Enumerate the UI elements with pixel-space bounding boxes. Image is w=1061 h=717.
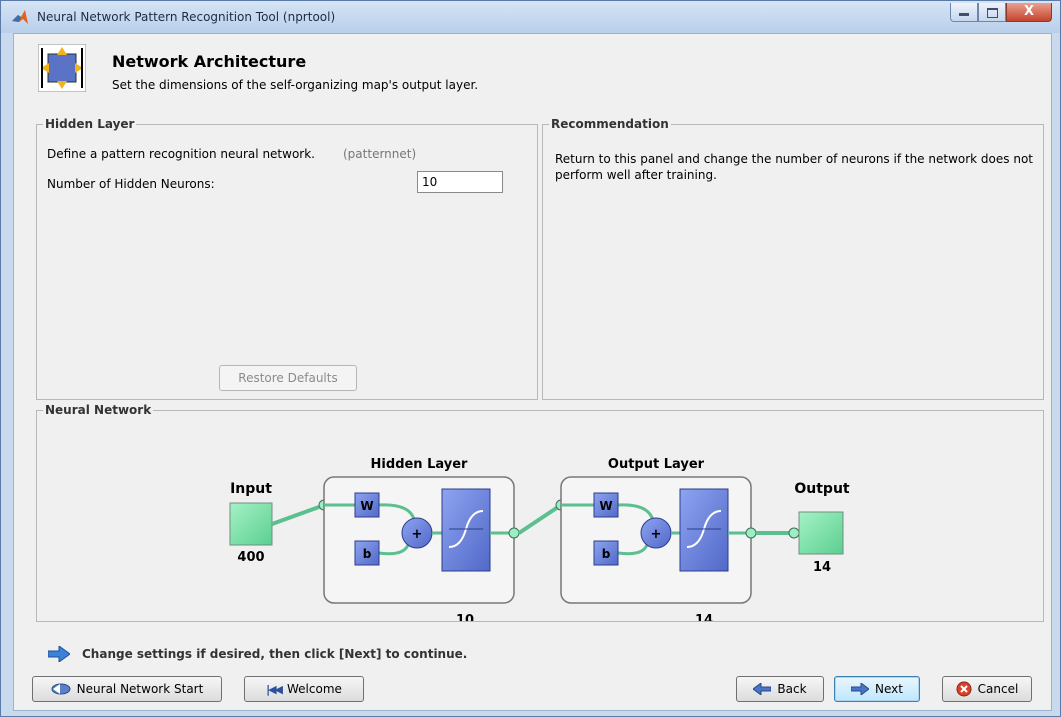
output-weight-label: W <box>599 499 612 513</box>
instruction-text: Change settings if desired, then click [… <box>82 647 468 661</box>
hidden-layer-title: Hidden Layer <box>371 457 468 472</box>
next-label: Next <box>875 682 903 696</box>
input-size: 400 <box>237 550 264 565</box>
rewind-icon: |◀◀ <box>266 682 283 696</box>
maximize-icon <box>987 8 998 18</box>
welcome-button[interactable]: |◀◀ Welcome <box>244 676 364 702</box>
minimize-icon <box>959 13 969 16</box>
output-size: 14 <box>813 560 831 575</box>
hidden-neurons-label: Number of Hidden Neurons: <box>47 177 215 191</box>
hidden-layer-legend: Hidden Layer <box>43 117 137 131</box>
welcome-label: Welcome <box>287 682 342 696</box>
network-diagram: Input 400 Hidden Layer W b + 10 Output L… <box>229 457 850 621</box>
define-network-text: Define a pattern recognition neural netw… <box>47 147 315 161</box>
output-label: Output <box>794 481 850 497</box>
output-layer-size: 14 <box>695 613 713 621</box>
input-node <box>229 502 273 546</box>
back-to-start-icon <box>51 683 71 695</box>
hidden-output-connector <box>508 527 520 539</box>
arrow-right-icon <box>48 646 70 662</box>
wizard-client-area: Network Architecture Set the dimensions … <box>13 33 1052 711</box>
page-header: Network Architecture Set the dimensions … <box>14 34 1051 98</box>
page-subtitle: Set the dimensions of the self-organizin… <box>112 78 479 92</box>
hidden-layer-panel: Hidden Layer Define a pattern recognitio… <box>36 117 538 400</box>
instruction-message: Change settings if desired, then click [… <box>48 646 467 662</box>
window-title: Neural Network Pattern Recognition Tool … <box>37 10 336 24</box>
hidden-neurons-input[interactable]: 10 <box>417 171 503 193</box>
network-architecture-icon <box>38 44 86 92</box>
cancel-button[interactable]: Cancel <box>942 676 1032 702</box>
neural-network-panel: Neural Network Input 400 Hidden Layer W … <box>36 403 1044 622</box>
output-node <box>798 511 844 555</box>
cancel-icon <box>956 681 972 697</box>
neural-network-start-label: Neural Network Start <box>76 682 204 696</box>
hidden-bias-label: b <box>363 547 372 561</box>
hidden-weight-label: W <box>360 499 373 513</box>
minimize-button[interactable] <box>950 3 978 22</box>
window-controls: X <box>950 3 1052 23</box>
page-title: Network Architecture <box>112 52 307 71</box>
output-sum-label: + <box>651 527 662 542</box>
output-connector <box>788 527 800 539</box>
hidden-to-output-wire <box>517 505 560 535</box>
output-layer-title: Output Layer <box>608 457 705 472</box>
maximize-button[interactable] <box>978 3 1006 22</box>
hidden-sum-label: + <box>412 527 423 542</box>
output-layer-output-connector <box>745 527 757 539</box>
recommendation-panel: Recommendation Return to this panel and … <box>542 117 1044 400</box>
recommendation-text: Return to this panel and change the numb… <box>555 152 1033 182</box>
restore-defaults-label: Restore Defaults <box>238 371 338 385</box>
close-button[interactable]: X <box>1006 3 1052 22</box>
next-button[interactable]: Next <box>834 676 920 702</box>
back-button[interactable]: Back <box>736 676 824 702</box>
input-label: Input <box>230 481 272 497</box>
restore-defaults-button[interactable]: Restore Defaults <box>219 365 357 391</box>
arrow-right-icon <box>851 683 870 695</box>
hidden-layer-size: 10 <box>456 613 474 621</box>
close-icon: X <box>1023 4 1035 19</box>
hidden-neurons-value: 10 <box>422 175 438 189</box>
arrow-left-icon <box>753 683 772 695</box>
matlab-logo-icon <box>12 10 28 24</box>
output-bias-label: b <box>602 547 611 561</box>
app-window: Neural Network Pattern Recognition Tool … <box>0 0 1061 717</box>
patternnet-hint: (patternnet) <box>343 147 417 161</box>
input-to-hidden-wire <box>271 505 320 526</box>
back-label: Back <box>777 682 807 696</box>
neural-network-start-button[interactable]: Neural Network Start <box>32 676 222 702</box>
cancel-label: Cancel <box>977 682 1019 696</box>
title-bar[interactable]: Neural Network Pattern Recognition Tool … <box>1 1 1060 33</box>
recommendation-legend: Recommendation <box>549 117 671 131</box>
